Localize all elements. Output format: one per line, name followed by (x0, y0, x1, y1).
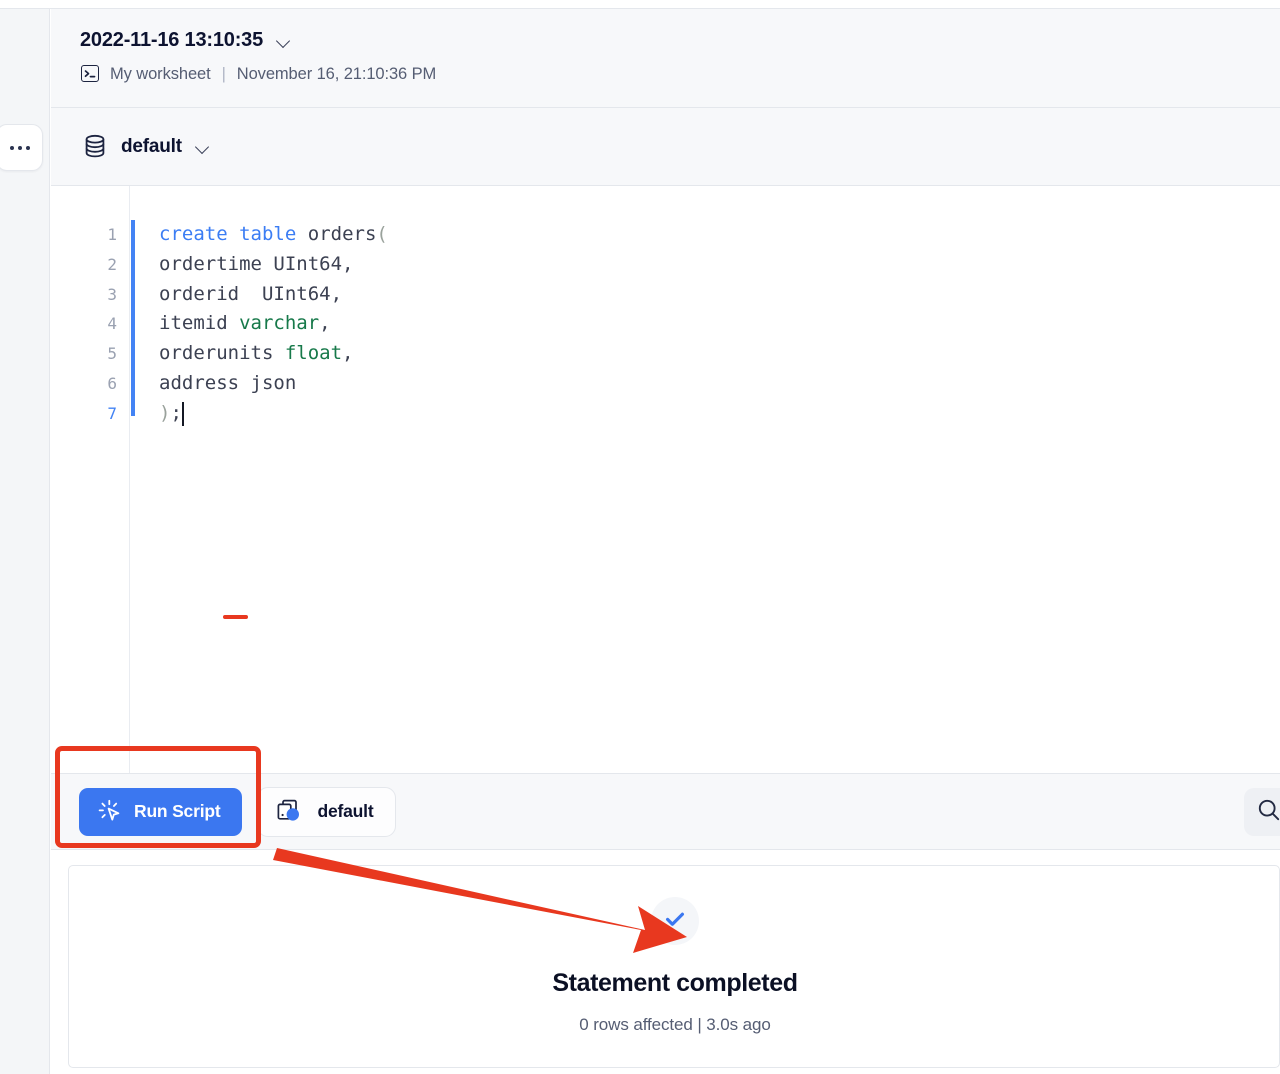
code-token: , (319, 312, 331, 335)
database-icon (83, 134, 107, 160)
database-chip[interactable]: default (257, 786, 397, 837)
result-title: Statement completed (552, 969, 798, 997)
code-token: varchar (239, 312, 320, 335)
result-subtitle: 0 rows affected | 3.0s ago (579, 1015, 771, 1034)
worksheet-timestamp: November 16, 21:10:36 PM (236, 64, 437, 83)
run-script-label: Run Script (134, 801, 221, 821)
worksheet-header: 2022-11-16 13:10:35 My worksheet | Novem… (51, 9, 1280, 108)
ellipsis-icon (25, 145, 30, 150)
code-line[interactable]: orderid UInt64, (159, 280, 342, 310)
code-token: itemid (159, 312, 240, 335)
line-number: 4 (107, 314, 117, 334)
ellipsis-icon (17, 145, 22, 150)
line-number: 7 (107, 403, 117, 423)
result-panel: Statement completed 0 rows affected | 3.… (68, 865, 1280, 1068)
syntax-marker-underline (223, 615, 248, 619)
search-button[interactable] (1244, 788, 1280, 836)
gutter-divider (129, 186, 130, 773)
worksheet-subtitle-row: My worksheet | November 16, 21:10:36 PM (80, 64, 1280, 84)
code-token: address json (159, 372, 297, 394)
code-token: orderunits (159, 342, 285, 365)
status-badge (651, 897, 699, 945)
code-line[interactable]: ordertime UInt64, (159, 250, 353, 280)
code-token: table (239, 223, 297, 245)
ellipsis-icon (9, 145, 14, 150)
worksheet-page: 2022-11-16 13:10:35 My worksheet | Novem… (0, 0, 1280, 1074)
database-selector-bar[interactable]: default (51, 108, 1280, 186)
code-token: ) (159, 401, 171, 424)
code-token: float (284, 342, 343, 365)
active-statement-bar (131, 220, 135, 416)
code-token: ; (170, 401, 182, 424)
database-chip-label: default (317, 801, 374, 821)
code-line[interactable]: address json (159, 369, 296, 399)
line-number: 2 (107, 254, 117, 274)
code-token: create (159, 223, 228, 245)
page-title: 2022-11-16 13:10:35 (80, 29, 264, 51)
search-icon (1256, 797, 1280, 828)
database-name: default (121, 135, 182, 157)
line-number: 1 (107, 225, 117, 244)
code-line[interactable]: orderunits float, (159, 339, 354, 369)
sql-editor[interactable]: 1 create table orders(2 ordertime UInt64, 3… (51, 186, 1280, 773)
code-line[interactable]: ); (159, 399, 184, 429)
code-token: ( (376, 223, 388, 245)
result-content: Statement completed 0 rows affected | 3.… (69, 866, 1280, 1069)
subtitle-separator: | (221, 64, 226, 83)
check-icon (662, 906, 688, 937)
database-instance-icon (276, 799, 304, 825)
line-number: 5 (107, 344, 117, 364)
terminal-icon (80, 64, 101, 84)
worksheet-title-row[interactable]: 2022-11-16 13:10:35 (80, 29, 1280, 52)
code-line[interactable]: itemid varchar, (159, 309, 331, 339)
code-token: orders (307, 223, 377, 245)
worksheet-name: My worksheet (110, 64, 211, 83)
code-token: ordertime UInt64, (159, 252, 354, 275)
line-number: 3 (107, 284, 117, 304)
chevron-down-icon[interactable] (277, 33, 292, 48)
editor-toolbar: Run Script default (51, 773, 1280, 850)
more-options-button[interactable] (0, 124, 43, 171)
line-number: 6 (107, 374, 117, 393)
run-script-button[interactable]: Run Script (79, 787, 243, 836)
text-caret (181, 401, 184, 426)
code-token: orderid UInt64, (159, 282, 343, 305)
chevron-down-icon[interactable] (196, 139, 211, 154)
code-token: , (342, 342, 354, 365)
code-line[interactable]: create table orders( (159, 220, 388, 250)
cursor-click-icon (97, 799, 122, 824)
